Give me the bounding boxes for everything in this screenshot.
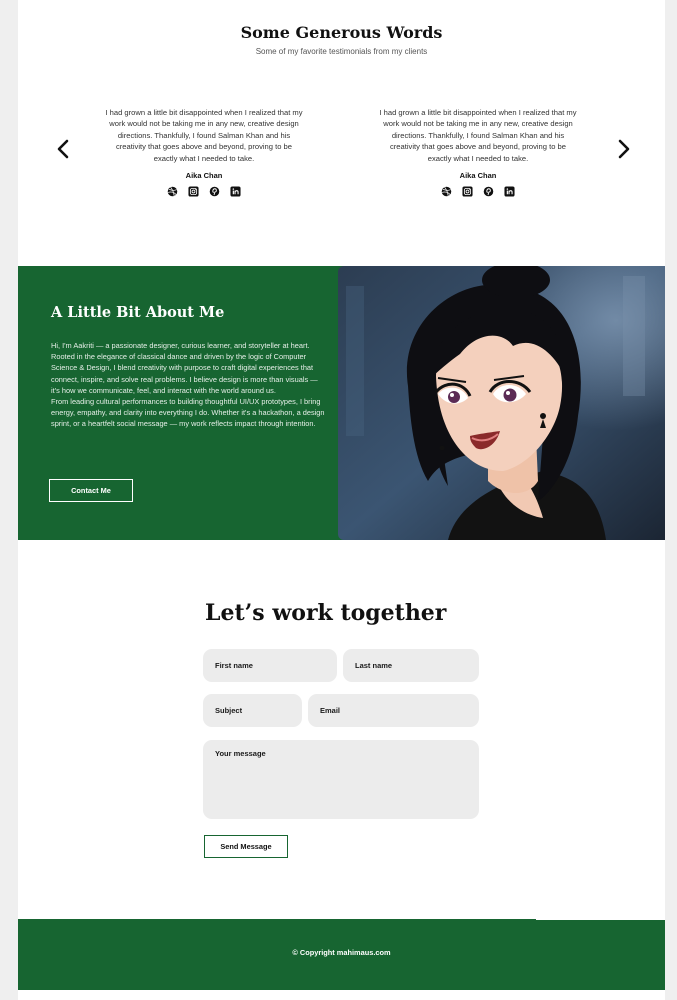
dribbble-link[interactable] [441,186,452,197]
social-links [104,186,304,197]
instagram-icon [188,186,199,197]
testimonial-card: I had grown a little bit disappointed wh… [104,107,304,197]
testimonial-card: I had grown a little bit disappointed wh… [378,107,578,197]
instagram-icon [462,186,473,197]
linkedin-icon [230,186,241,197]
footer-divider [536,919,665,920]
chevron-right-icon [618,139,630,159]
instagram-link[interactable] [188,186,199,197]
portrait-image [338,266,665,540]
linkedin-icon [504,186,515,197]
email-field[interactable] [308,694,479,727]
linkedin-link[interactable] [504,186,515,197]
subject-field[interactable] [203,694,302,727]
testimonial-author: Aika Chan [185,171,223,181]
last-name-field[interactable] [343,649,479,682]
contact-title: Let’s work together [205,600,447,626]
testimonials-title: Some Generous Words [240,23,443,42]
pinterest-link[interactable] [483,186,494,197]
send-message-button[interactable]: Send Message [204,835,288,858]
message-field[interactable] [203,740,479,819]
carousel-prev-button[interactable] [54,138,72,160]
chevron-left-icon [57,139,69,159]
linkedin-link[interactable] [230,186,241,197]
first-name-field[interactable] [203,649,337,682]
about-paragraph: Rooted in the elegance of classical danc… [51,352,318,395]
pinterest-icon [483,186,494,197]
testimonials-subtitle: Some of my favorite testimonials from my… [255,47,428,56]
dribbble-icon [167,186,178,197]
carousel-next-button[interactable] [615,138,633,160]
about-paragraph: Hi, I'm Aakriti — a passionate designer,… [51,341,310,350]
about-section: A Little Bit About Me Hi, I'm Aakriti — … [18,266,665,540]
testimonial-quote: I had grown a little bit disappointed wh… [379,108,577,163]
pinterest-link[interactable] [209,186,220,197]
testimonial-author: Aika Chan [459,171,497,181]
about-title: A Little Bit About Me [51,304,225,321]
dribbble-link[interactable] [167,186,178,197]
dribbble-icon [441,186,452,197]
pinterest-icon [209,186,220,197]
testimonial-quote: I had grown a little bit disappointed wh… [105,108,303,163]
contact-me-button[interactable]: Contact Me [49,479,133,502]
instagram-link[interactable] [462,186,473,197]
social-links [378,186,578,197]
portrait-illustration [338,266,665,540]
footer: © Copyright mahimaus.com [18,919,665,990]
copyright-text: © Copyright mahimaus.com [292,948,391,957]
page: Some Generous Words Some of my favorite … [18,0,665,1000]
about-paragraph: From leading cultural performances to bu… [51,397,325,429]
about-text: Hi, I'm Aakriti — a passionate designer,… [51,340,328,430]
